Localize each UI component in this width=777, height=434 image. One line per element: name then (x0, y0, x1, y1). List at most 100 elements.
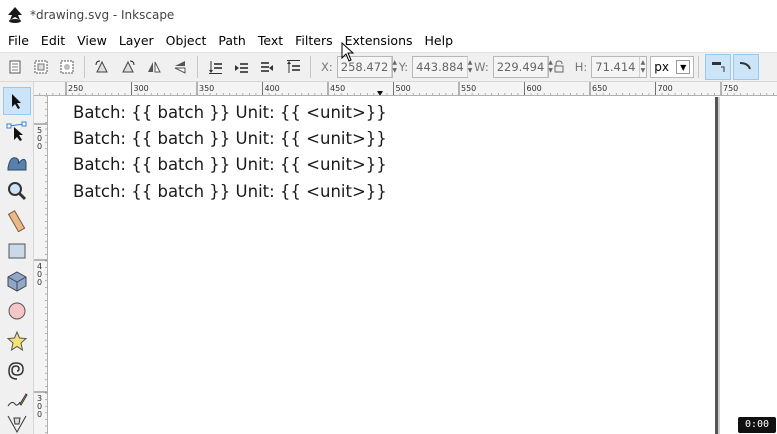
scale-corners-toggle[interactable] (733, 54, 760, 80)
h-label: H: (574, 60, 588, 74)
node-editor-icon (6, 121, 27, 141)
status-badge: 0:00 (738, 417, 776, 433)
ruler-tick-label: 350 (199, 84, 214, 93)
select-all-icon (9, 60, 21, 74)
page-shadow (718, 97, 720, 434)
pen-tool[interactable] (3, 412, 31, 434)
x-label: X: (321, 60, 333, 74)
flip-vertical-button[interactable] (168, 55, 192, 79)
ruler-tick-label: 550 (461, 84, 476, 93)
menu-bar: File Edit View Layer Object Path Text Fi… (0, 30, 777, 52)
star-icon (6, 330, 28, 352)
node-tool[interactable] (3, 117, 31, 145)
menu-help[interactable]: Help (419, 30, 460, 52)
ruler-tick-label: 750 (723, 84, 738, 93)
ruler-tick-label: 400 (265, 84, 280, 93)
horizontal-ruler-ticks: 250 300 350 400 450 500 550 600 650 700 750 (39, 82, 774, 95)
ellipse-tool[interactable] (3, 297, 31, 325)
lower-to-bottom-button[interactable] (203, 55, 227, 79)
h-field[interactable]: 71.414 ▲ ▼ (591, 56, 648, 78)
ruler-tick-label: 250 (68, 84, 83, 93)
horizontal-ruler[interactable]: 250 300 350 400 450 500 550 600 650 700 750 (34, 82, 777, 96)
lower-icon (235, 63, 248, 73)
drawing-canvas[interactable]: Batch: {{ batch }} Unit: {{ <unit>}} Bat… (49, 97, 777, 434)
selector-tool[interactable] (3, 87, 31, 115)
ruler-tick-label: 0 (37, 142, 42, 151)
y-field[interactable]: 443.884 ▲ ▼ (412, 56, 472, 78)
w-value: 229.494 (496, 60, 545, 74)
menu-path[interactable]: Path (212, 30, 251, 52)
select-all-button[interactable] (3, 55, 27, 79)
ruler-tick-label: 0 (37, 410, 42, 419)
3d-box-icon (7, 271, 27, 292)
menu-view[interactable]: View (71, 30, 113, 52)
rotate-cw-icon (122, 60, 135, 73)
tweak-tool[interactable] (3, 147, 31, 175)
ruler-position-marker (377, 91, 383, 95)
toolbox (0, 82, 34, 434)
x-spin-arrows[interactable]: ▲ ▼ (391, 57, 397, 77)
arrow-pointer-icon (12, 94, 21, 109)
lock-icon (554, 60, 564, 73)
tweak-wave-icon (7, 157, 27, 171)
menu-file[interactable]: File (2, 30, 35, 52)
scale-stroke-toggle[interactable] (705, 54, 732, 80)
flip-horizontal-button[interactable] (142, 55, 166, 79)
select-all-layers-icon (34, 60, 48, 74)
unit-value: px (654, 60, 669, 74)
unit-select[interactable]: px ▼ (650, 56, 695, 78)
menu-layer[interactable]: Layer (113, 30, 160, 52)
spiral-icon (8, 362, 24, 380)
raise-to-top-button[interactable] (281, 55, 305, 79)
x-value: 258.472 (340, 60, 389, 74)
zoom-tool[interactable] (3, 177, 31, 205)
rotate-ccw-button[interactable] (90, 55, 114, 79)
ruler-tick-label: 700 (658, 84, 673, 93)
lower-button[interactable] (229, 55, 253, 79)
menu-text[interactable]: Text (252, 30, 289, 52)
y-value: 443.884 (416, 60, 464, 74)
pencil-icon (7, 393, 28, 407)
tool-controls-bar: X: 258.472 ▲ ▼ Y: 443.884 ▲ ▼ W: 229.494 ▲… (0, 52, 777, 82)
pencil-tool[interactable] (3, 387, 31, 415)
3d-box-tool[interactable] (3, 267, 31, 295)
canvas-text-line[interactable]: Batch: {{ batch }} Unit: {{ <unit>}} (73, 103, 387, 122)
menu-object[interactable]: Object (160, 30, 213, 52)
ruler-tick-label: 0 (37, 278, 42, 287)
raise-to-top-icon (287, 60, 300, 73)
canvas-text-line[interactable]: Batch: {{ batch }} Unit: {{ <unit>}} (73, 182, 387, 201)
raise-button[interactable] (255, 55, 279, 79)
h-spin-arrows[interactable]: ▲ ▼ (638, 57, 647, 77)
y-spin-arrows[interactable]: ▲ ▼ (466, 57, 472, 77)
raise-icon (261, 62, 273, 72)
spiral-tool[interactable] (3, 357, 31, 385)
toolbar-separator (698, 56, 700, 78)
menu-edit[interactable]: Edit (35, 30, 71, 52)
w-field[interactable]: 229.494 ▲ ▼ (492, 56, 553, 78)
flip-horizontal-icon (148, 61, 161, 73)
ruler-tick-label: 650 (592, 84, 607, 93)
flip-vertical-icon (174, 61, 186, 74)
ruler-tick-label: 500 (396, 84, 411, 93)
ruler-icon (7, 210, 26, 232)
toolbar-separator (84, 56, 85, 78)
rectangle-tool[interactable] (3, 237, 31, 265)
measure-tool[interactable] (3, 207, 31, 235)
vertical-ruler[interactable]: 500400300 (34, 96, 48, 434)
ruler-tick-label: 600 (527, 84, 542, 93)
canvas-text-line[interactable]: Batch: {{ batch }} Unit: {{ <unit>}} (73, 155, 387, 174)
w-label: W: (474, 60, 489, 74)
y-label: Y: (398, 60, 409, 74)
magnifier-icon (8, 182, 27, 201)
select-all-layers-button[interactable] (29, 55, 53, 79)
menu-filters[interactable]: Filters (289, 30, 338, 52)
mouse-cursor-icon (341, 42, 355, 62)
star-tool[interactable] (3, 327, 31, 355)
deselect-button[interactable] (55, 55, 79, 79)
chevron-down-icon: ▼ (676, 60, 691, 74)
rotate-cw-button[interactable] (116, 55, 140, 79)
canvas-text-line[interactable]: Batch: {{ batch }} Unit: {{ <unit>}} (73, 129, 387, 148)
scale-stroke-icon (712, 62, 725, 72)
w-spin-arrows[interactable]: ▲ ▼ (547, 57, 553, 77)
inkscape-logo-icon (8, 7, 22, 23)
